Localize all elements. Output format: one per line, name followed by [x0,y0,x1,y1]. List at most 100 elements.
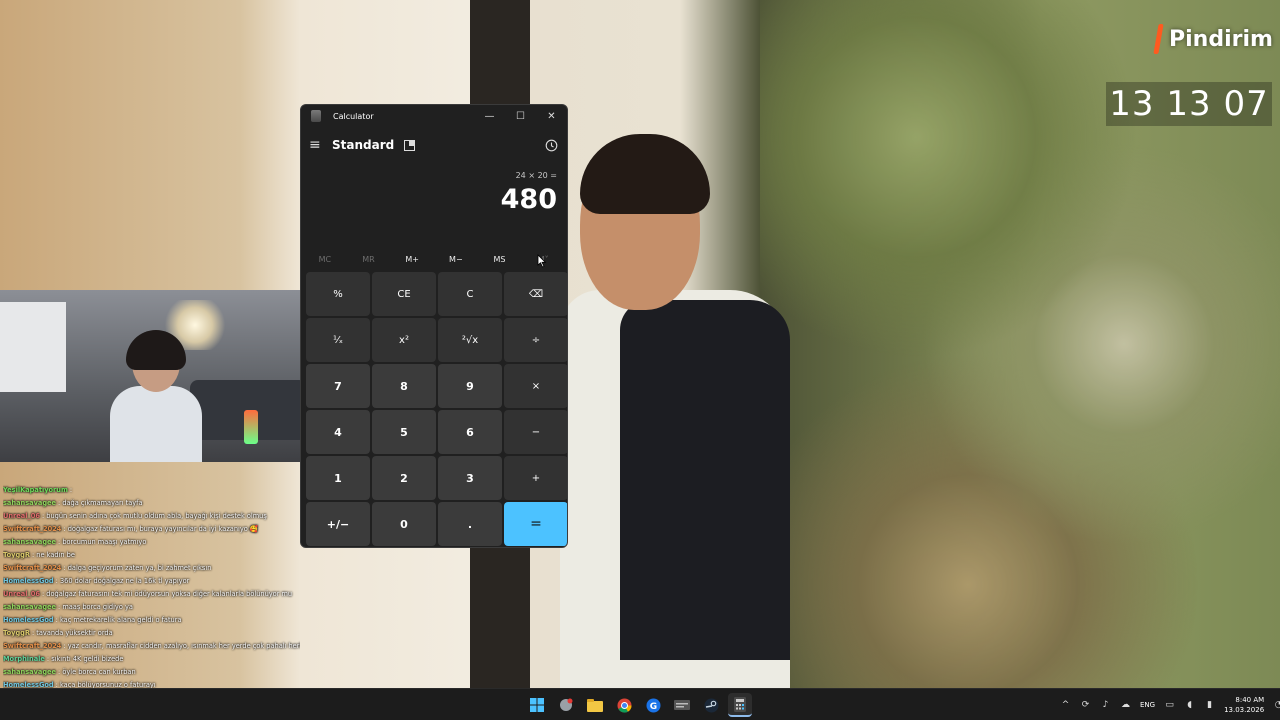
operator-key[interactable]: ⌫ [504,272,567,316]
taskbar-apps: G [525,693,752,717]
volume-icon[interactable]: ◖ [1184,700,1195,711]
operator-key[interactable]: × [504,364,567,408]
chat-username[interactable]: Unreal_06 [3,590,40,598]
chat-text: : dalga geçiyorum zaten ya, bi zahmet çı… [63,564,212,572]
chat-text: : sıkıntı 4K geldi bizede [46,655,124,663]
operator-key[interactable]: + [504,456,567,500]
maximize-button[interactable]: ☐ [505,105,536,127]
equals-button[interactable]: = [504,502,567,546]
memory-button-1[interactable]: MR [347,255,391,264]
chat-text: : tavanda yüksektir orda [31,629,113,637]
digit-key[interactable]: . [438,502,502,546]
chat-message: Swiftcraft_2024: doğalgaz faturası mı, b… [3,523,300,536]
operator-key[interactable]: ²√x [438,318,502,362]
wifi-icon[interactable]: ▭ [1164,700,1175,711]
steam-icon[interactable] [699,693,723,717]
digit-key[interactable]: 1 [306,456,370,500]
digit-key[interactable]: 7 [306,364,370,408]
sync-icon[interactable]: ⟳ [1080,700,1091,711]
obs-icon[interactable] [670,693,694,717]
chrome-icon[interactable] [612,693,636,717]
digit-key[interactable]: 6 [438,410,502,454]
expression-text: 24 × 20 = [515,171,557,180]
brand-logo: Pindirim [1153,24,1273,54]
keep-on-top-icon[interactable] [404,139,416,151]
svg-text:G: G [649,702,656,712]
title-bar[interactable]: Calculator — ☐ ✕ [301,105,567,127]
history-icon[interactable] [545,138,559,152]
clock-time: 8:40 AM [1235,696,1265,704]
chat-message: Morphinale: sıkıntı 4K geldi bizede [3,653,300,666]
chat-username[interactable]: sahansavagee [3,538,56,546]
digit-key[interactable]: 8 [372,364,436,408]
overlay-clock: 13 13 07 [1106,82,1272,126]
chat-username[interactable]: Morphinale [3,655,45,663]
chat-message: sahansavagee: öyle borca can kurban [3,666,300,679]
start-icon[interactable] [525,693,549,717]
hamburger-menu-icon[interactable]: ≡ [309,137,323,153]
chat-username[interactable]: YeşilKapatıyorum [3,486,68,494]
chat-message: YeşilKapatıyorum: [3,484,300,497]
microphone-icon[interactable]: ♪ [1100,700,1111,711]
close-button[interactable]: ✕ [536,105,567,127]
network-icon[interactable]: ☁ [1120,700,1131,711]
file-explorer-icon[interactable] [583,693,607,717]
memory-button-4[interactable]: MS [478,255,522,264]
operator-key[interactable]: ¹⁄ₓ [306,318,370,362]
chat-message: HomelessGod: kaç metrekarelik alana geld… [3,614,300,627]
mode-header: ≡ Standard [301,127,567,163]
chat-text: : doğalgaz faturasını tek mi ödüyorsun y… [41,590,293,598]
chat-username[interactable]: HomelessGod [3,616,54,624]
digit-key[interactable]: 4 [306,410,370,454]
chat-text: : doğalgaz faturası mı, buraya yayıncıla… [63,525,259,533]
chat-text: : 360 dolar doğalgaz ne la 16k tl yapıyo… [55,577,190,585]
chat-username[interactable]: Swiftcraft_2024 [3,642,61,650]
chat-username[interactable]: ToyggR [3,629,30,637]
calculator-taskbar-icon[interactable] [728,693,752,717]
operator-key[interactable]: x² [372,318,436,362]
battery-icon[interactable]: ▮ [1204,700,1215,711]
digit-key[interactable]: +/− [306,502,370,546]
chat-username[interactable]: sahansavagee [3,603,56,611]
digit-key[interactable]: 3 [438,456,502,500]
chat-username[interactable]: HomelessGod [3,577,54,585]
operator-key[interactable]: ÷ [504,318,567,362]
mode-title: Standard [332,138,395,152]
digit-key[interactable]: 5 [372,410,436,454]
stream-chat: YeşilKapatıyorum: sahansavagee: dağa çıkm… [0,484,300,715]
digit-key[interactable]: 2 [372,456,436,500]
operator-key[interactable]: − [504,410,567,454]
chat-message: sahansavagee: borcumun maaşı yatmıyo [3,536,300,549]
memory-button-3[interactable]: M− [434,255,478,264]
language-indicator[interactable]: ENG [1140,701,1155,709]
chat-message: Swiftcraft_2024: yaz candır, masraflar c… [3,640,300,653]
steam-overlay-icon[interactable] [554,693,578,717]
chat-message: ToyggR: ne kadın be [3,549,300,562]
chat-username[interactable]: sahansavagee [3,499,56,507]
calculator-window[interactable]: Calculator — ☐ ✕ ≡ Standard 24 × 20 = 48… [300,104,568,548]
keypad: % CE C ⌫ ¹⁄ₓ x² ²√x ÷ 7 8 9 × 4 5 6− 1 2 3 + +/− 0. = [306,272,567,546]
notifications-icon[interactable]: ◔ [1273,700,1280,711]
system-clock[interactable]: 8:40 AM 13.03.2026 [1224,695,1264,715]
chat-message: sahansavagee: dağa çıkmamayarı tayfa [3,497,300,510]
operator-key[interactable]: % [306,272,370,316]
digit-key[interactable]: 9 [438,364,502,408]
chevron-up-icon[interactable]: ^ [1060,700,1071,711]
result-text: 480 [500,184,557,215]
google-icon[interactable]: G [641,693,665,717]
memory-button-2[interactable]: M+ [390,255,434,264]
window-title: Calculator [333,111,374,121]
operator-key[interactable]: C [438,272,502,316]
minimize-button[interactable]: — [474,105,505,127]
digit-key[interactable]: 0 [372,502,436,546]
calculator-display: 24 × 20 = 480 [301,163,567,245]
chat-username[interactable]: Unreal_06 [3,512,40,520]
calculator-app-icon [311,110,321,122]
chat-username[interactable]: ToyggR [3,551,30,559]
memory-button-0[interactable]: MC [303,255,347,264]
chat-username[interactable]: sahansavagee [3,668,56,676]
chat-message: ToyggR: tavanda yüksektir orda [3,627,300,640]
chat-username[interactable]: Swiftcraft_2024 [3,525,61,533]
operator-key[interactable]: CE [372,272,436,316]
chat-username[interactable]: Swiftcraft_2024 [3,564,61,572]
